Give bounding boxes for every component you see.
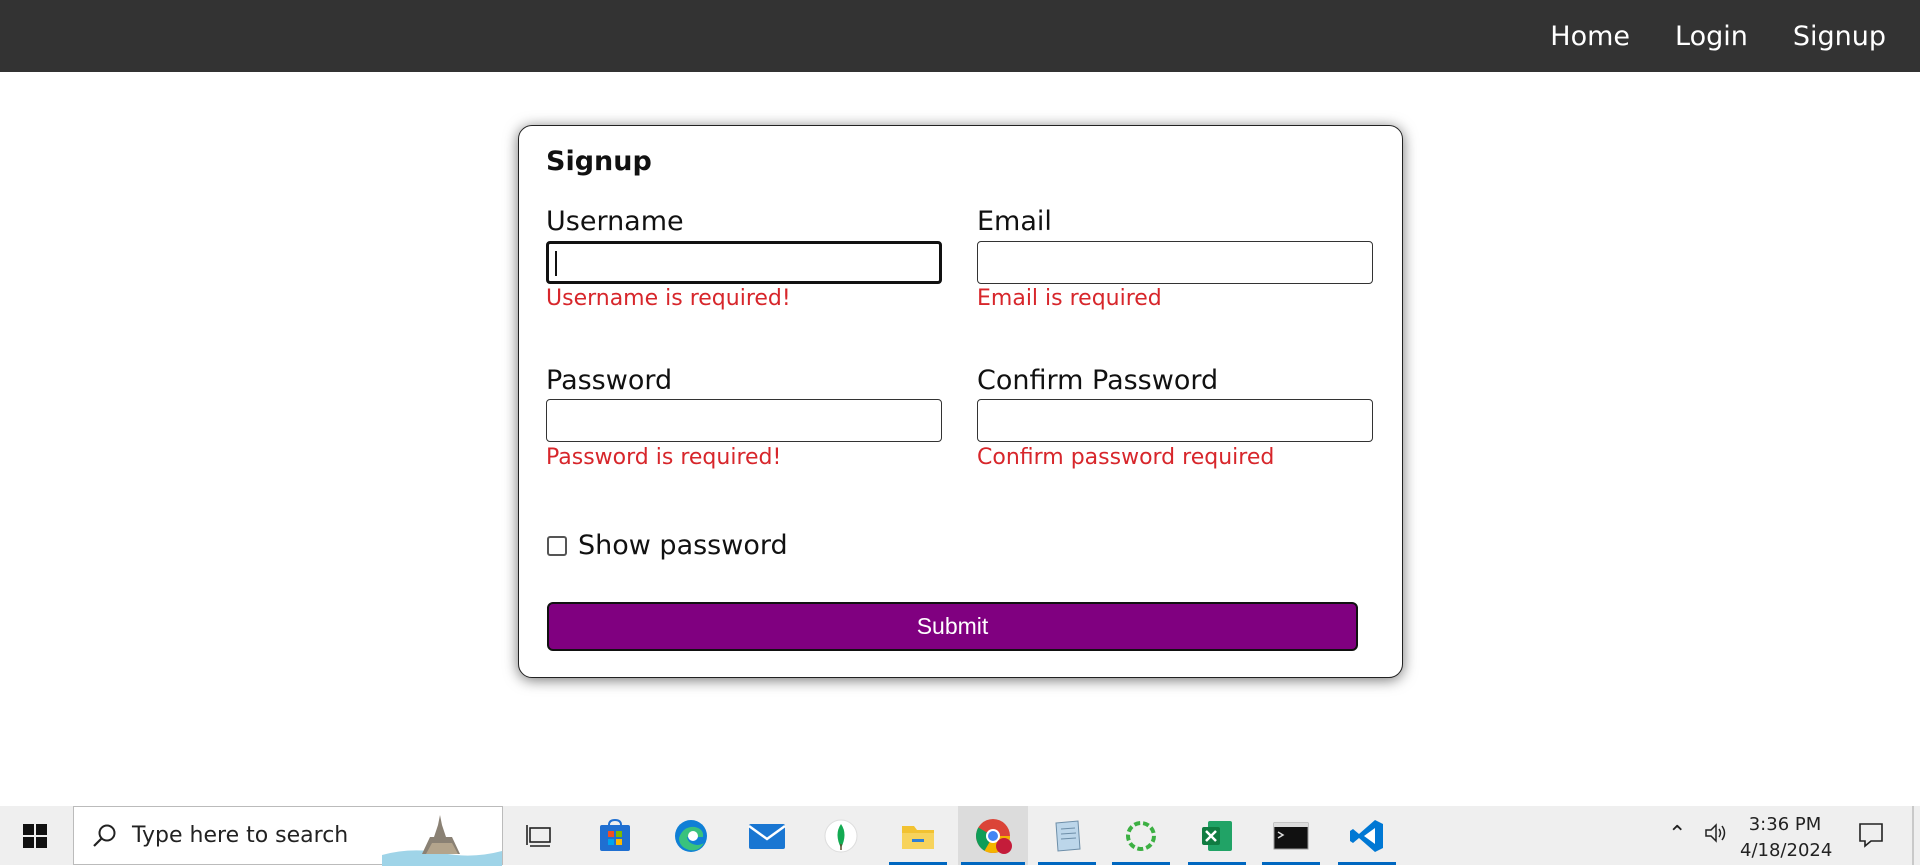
windows-logo-icon (23, 823, 47, 848)
email-label: Email (977, 206, 1052, 237)
clock-time: 3:36 PM (1748, 814, 1822, 835)
password-error: Password is required! (546, 445, 782, 470)
chrome-icon (976, 818, 1012, 854)
microsoft-store-icon (600, 818, 630, 851)
vscode-button[interactable] (1335, 806, 1399, 865)
username-label: Username (546, 206, 684, 237)
notification-center-icon[interactable] (1857, 821, 1885, 849)
confirm-password-input[interactable] (977, 399, 1373, 442)
excel-icon (1202, 820, 1232, 851)
username-input[interactable] (546, 241, 942, 284)
search-icon (93, 824, 116, 847)
sync-app-icon (1126, 820, 1156, 851)
confirm-password-error: Confirm password required (977, 445, 1275, 470)
form-title: Signup (546, 146, 652, 177)
mongodb-compass-icon (824, 819, 858, 852)
show-password-checkbox[interactable] (547, 536, 567, 556)
email-input[interactable] (977, 241, 1373, 284)
mongodb-compass-button[interactable] (809, 806, 873, 865)
notepad-icon (1055, 819, 1081, 852)
sync-app-button[interactable] (1109, 806, 1173, 865)
show-desktop-strip[interactable] (1912, 806, 1914, 865)
vscode-icon (1350, 819, 1383, 852)
task-view-button[interactable] (508, 806, 572, 865)
start-button[interactable] (0, 806, 70, 865)
show-password-label[interactable]: Show password (578, 530, 788, 561)
text-caret (555, 251, 557, 276)
volume-icon[interactable] (1703, 820, 1729, 846)
submit-button[interactable]: Submit (547, 602, 1358, 651)
search-highlight-image (382, 807, 502, 866)
password-label: Password (546, 365, 673, 396)
terminal-button[interactable] (1259, 806, 1323, 865)
mail-button[interactable] (735, 806, 799, 865)
nav-login-link[interactable]: Login (1675, 21, 1748, 52)
task-view-icon (526, 824, 551, 847)
microsoft-store-button[interactable] (583, 806, 647, 865)
username-error: Username is required! (546, 286, 791, 311)
top-navbar: Home Login Signup (0, 0, 1920, 72)
excel-button[interactable] (1185, 806, 1249, 865)
taskbar-search-box[interactable]: Type here to search (73, 806, 503, 866)
show-hidden-icons-chevron-icon[interactable]: ⌃ (1668, 822, 1686, 847)
edge-button[interactable] (659, 806, 723, 865)
password-input[interactable] (546, 399, 942, 442)
windows-taskbar: Type here to search ⌃ 3:36 PM 4/18/2024 (0, 806, 1920, 866)
email-error: Email is required (977, 286, 1162, 311)
nav-home-link[interactable]: Home (1550, 21, 1630, 52)
mail-icon (748, 823, 786, 849)
confirm-password-label: Confirm Password (977, 365, 1219, 396)
signup-form-card: Signup Username Username is required! Em… (518, 125, 1403, 678)
terminal-icon (1273, 822, 1309, 849)
file-explorer-button[interactable] (886, 806, 950, 865)
nav-links: Home Login Signup (1550, 0, 1886, 72)
notepad-button[interactable] (1035, 806, 1099, 865)
chrome-button[interactable] (958, 806, 1028, 865)
nav-signup-link[interactable]: Signup (1793, 21, 1886, 52)
clock-date: 4/18/2024 (1740, 840, 1833, 861)
file-explorer-icon (902, 825, 934, 849)
taskbar-clock[interactable]: 3:36 PM 4/18/2024 (1740, 812, 1833, 864)
edge-icon (675, 819, 707, 852)
search-placeholder: Type here to search (132, 823, 349, 848)
